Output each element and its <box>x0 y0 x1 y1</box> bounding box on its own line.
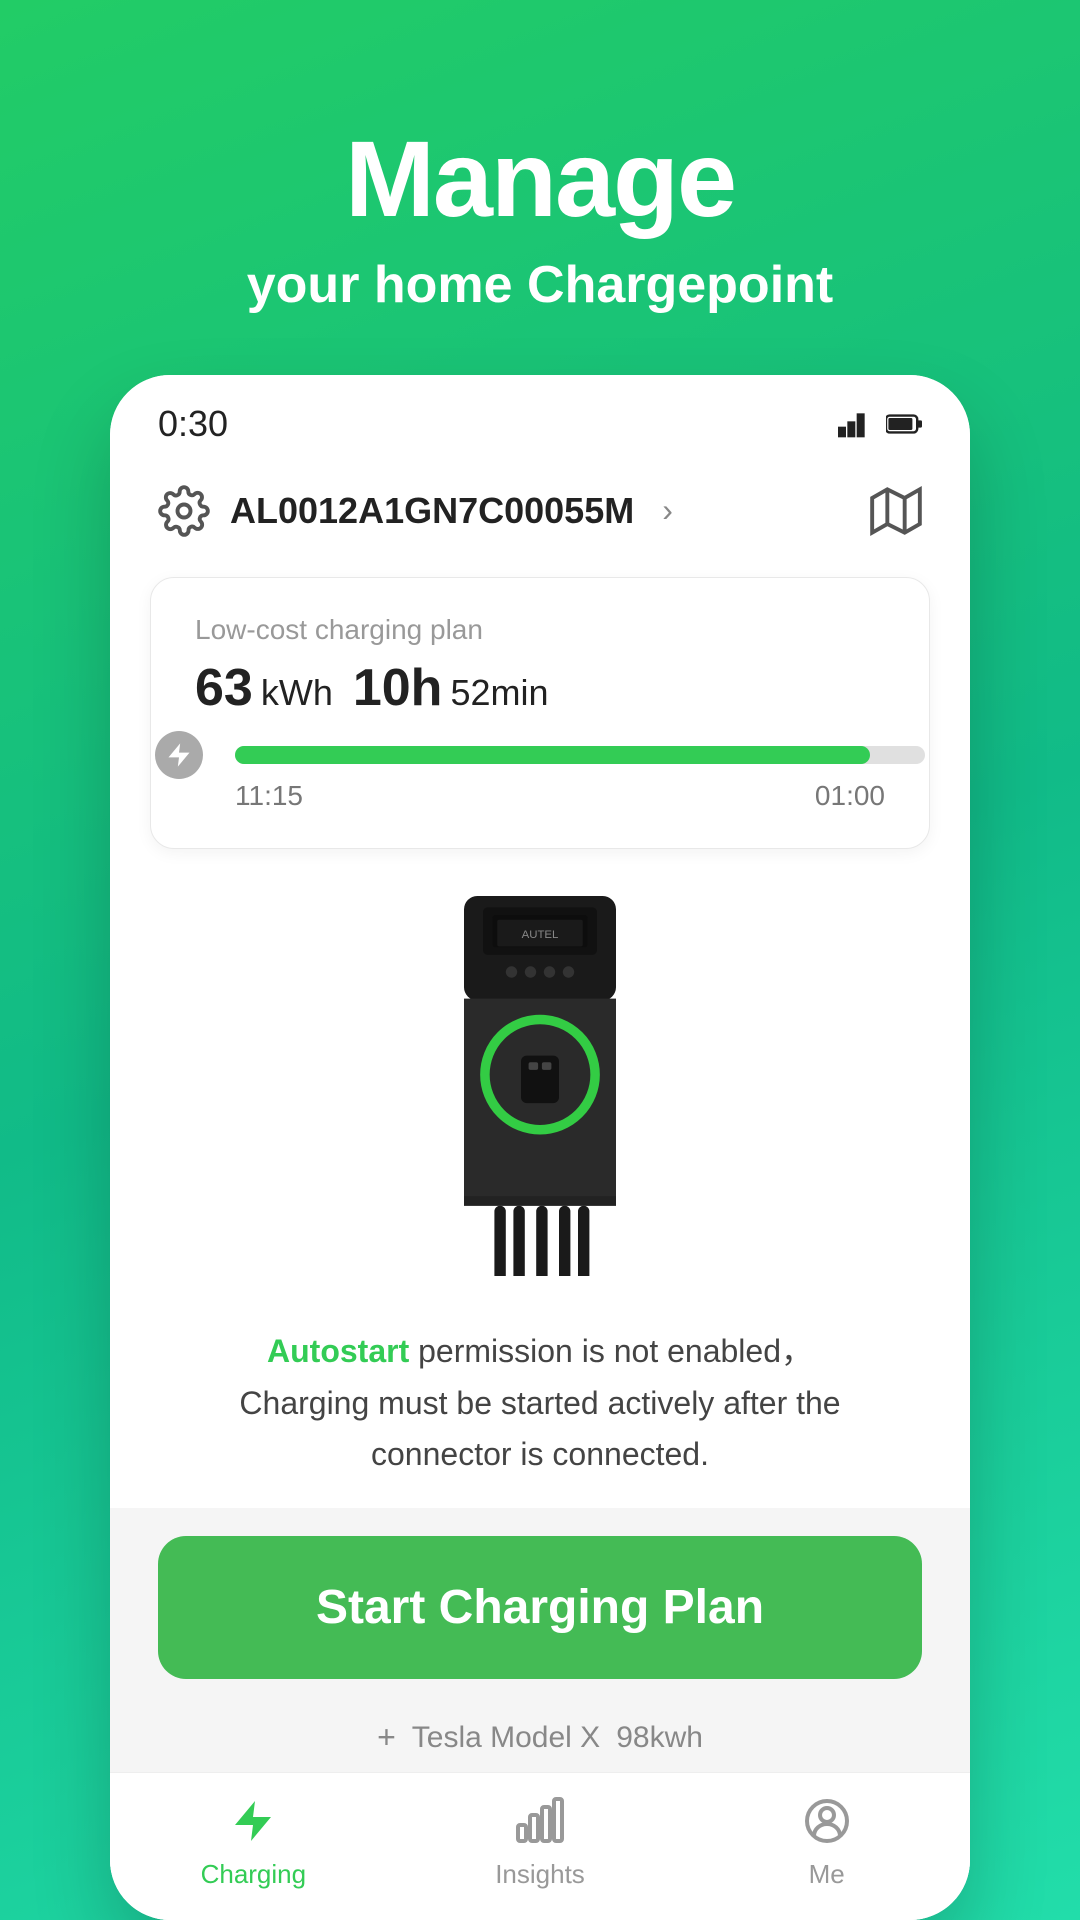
device-info: AL0012A1GN7C00055M › <box>158 485 673 537</box>
phone-content: AL0012A1GN7C00055M › Low-cost charging p… <box>110 461 970 1920</box>
progress-time-end: 01:00 <box>815 780 885 812</box>
status-time: 0:30 <box>158 403 228 445</box>
header-subtitle: your home Chargepoint <box>60 255 1020 315</box>
insights-nav-label: Insights <box>495 1859 585 1890</box>
plan-stats: 63 kWh 10h 52min <box>195 658 885 718</box>
plan-minutes: 52min <box>450 672 548 714</box>
progress-time-start: 11:15 <box>235 780 303 812</box>
bottom-nav: Charging Insights <box>110 1772 970 1920</box>
progress-thumb <box>155 731 203 779</box>
charging-nav-label: Charging <box>201 1859 307 1890</box>
vehicle-model: Tesla Model X <box>412 1721 600 1755</box>
phone-card: 0:30 AL0012A1GN7C0 <box>110 375 970 1920</box>
plan-kwh-value: 63 <box>195 658 253 718</box>
vehicle-info: + Tesla Model X 98kwh <box>110 1699 970 1772</box>
plan-hours: 10h <box>353 658 443 718</box>
charger-device: AUTEL <box>420 896 660 1276</box>
progress-track <box>235 746 925 764</box>
map-icon[interactable] <box>870 485 922 537</box>
charging-plan-card: Low-cost charging plan 63 kWh 10h 52min … <box>150 577 930 849</box>
start-charging-button[interactable]: Start Charging Plan <box>158 1536 922 1679</box>
autostart-link[interactable]: Autostart <box>267 1333 409 1369</box>
header-title: Manage <box>60 120 1020 239</box>
plan-kwh-unit: kWh <box>261 672 333 714</box>
gear-icon <box>158 485 210 537</box>
plan-label: Low-cost charging plan <box>195 614 885 646</box>
svg-text:AUTEL: AUTEL <box>522 928 559 940</box>
progress-fill <box>235 746 870 764</box>
me-nav-label: Me <box>809 1859 845 1890</box>
autostart-message: Autostart permission is not enabled，Char… <box>110 1306 970 1508</box>
nav-item-charging[interactable]: Charging <box>110 1793 397 1890</box>
charger-svg: AUTEL <box>420 896 660 1276</box>
progress-times: 11:15 01:00 <box>235 780 885 812</box>
progress-container <box>195 746 885 764</box>
status-bar: 0:30 <box>110 375 970 461</box>
status-icons <box>838 410 922 438</box>
start-button-section: Start Charging Plan <box>110 1508 970 1699</box>
vehicle-battery: 98kwh <box>616 1721 703 1755</box>
device-header: AL0012A1GN7C00055M › <box>110 461 970 561</box>
signal-icon <box>838 410 870 438</box>
battery-icon <box>886 410 922 438</box>
add-vehicle-icon: + <box>377 1719 396 1756</box>
chevron-right-icon: › <box>662 492 673 529</box>
device-id: AL0012A1GN7C00055M <box>230 490 634 532</box>
nav-item-me[interactable]: Me <box>683 1793 970 1890</box>
nav-item-insights[interactable]: Insights <box>397 1793 684 1890</box>
charger-image-section: AUTEL <box>110 865 970 1307</box>
charging-nav-icon <box>225 1793 281 1849</box>
me-nav-icon <box>799 1793 855 1849</box>
header-section: Manage your home Chargepoint <box>0 0 1080 375</box>
insights-nav-icon <box>512 1793 568 1849</box>
